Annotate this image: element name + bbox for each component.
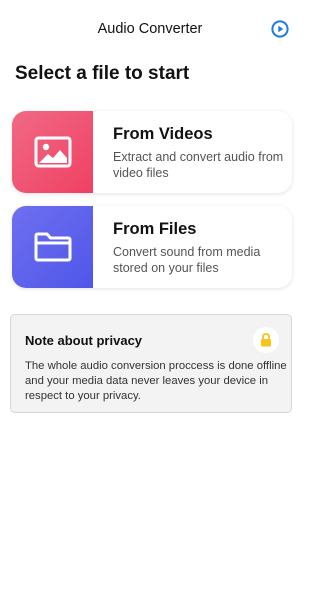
from-videos-tile — [12, 111, 93, 193]
from-files-description: Convert sound from media stored on your … — [113, 245, 261, 275]
from-videos-description: Extract and convert audio from video fil… — [113, 150, 284, 180]
from-videos-label: From Videos — [113, 125, 213, 143]
folder-icon — [34, 232, 71, 262]
image-icon — [34, 136, 71, 168]
from-files-card[interactable]: From Files Convert sound from media stor… — [12, 206, 292, 288]
top-bar: Audio Converter — [0, 0, 300, 60]
play-circle-icon — [271, 20, 289, 38]
privacy-text: The whole audio conversion proccess is d… — [25, 360, 287, 402]
lock-icon — [261, 333, 271, 347]
lock-badge — [253, 327, 279, 353]
page-title: Select a file to start — [15, 63, 190, 84]
from-videos-card[interactable]: From Videos Extract and convert audio fr… — [12, 111, 292, 193]
app-title: Audio Converter — [97, 21, 203, 37]
play-button[interactable] — [270, 19, 290, 39]
from-files-tile — [12, 206, 93, 288]
privacy-note: Note about privacy The whole audio conve… — [10, 314, 292, 413]
from-files-label: From Files — [113, 220, 197, 238]
privacy-title: Note about privacy — [25, 333, 143, 348]
